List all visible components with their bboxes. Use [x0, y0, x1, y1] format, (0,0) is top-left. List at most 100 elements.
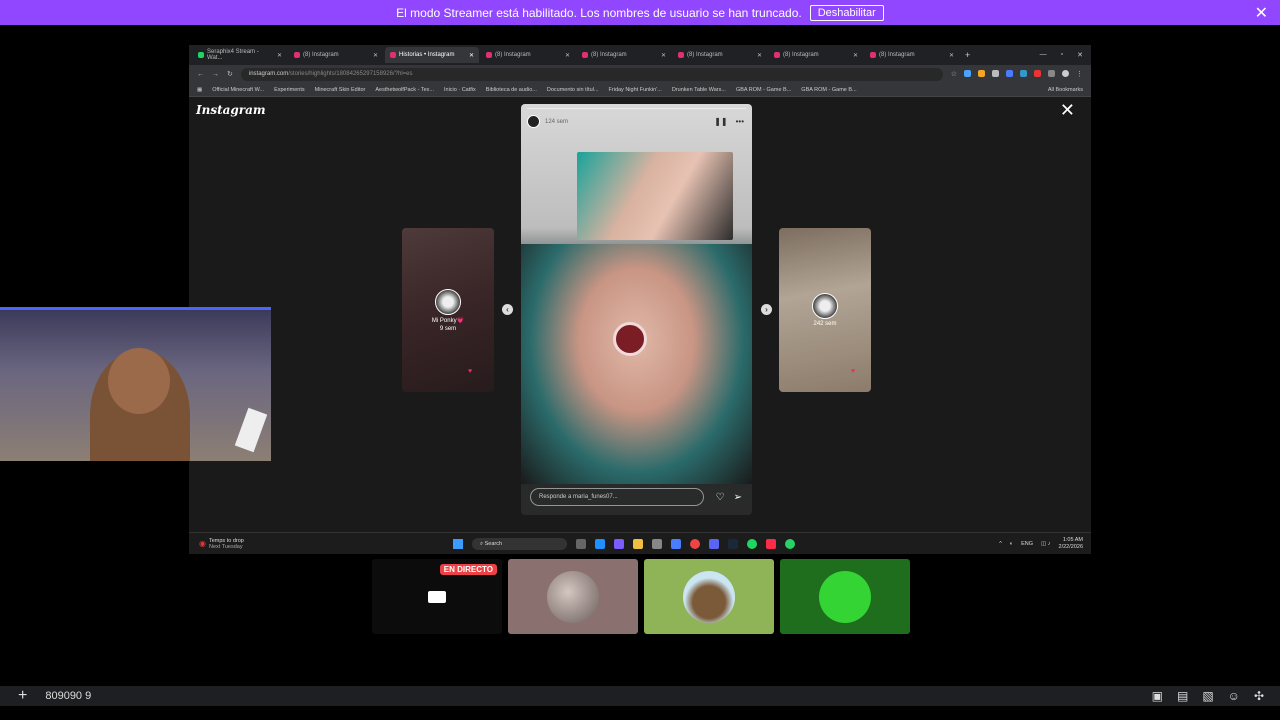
browser-tab-active[interactable]: Historias • Instagram ✕: [385, 47, 479, 63]
bookmark-item[interactable]: Official Minecraft W...: [212, 87, 264, 93]
extensions-puzzle-icon[interactable]: [1048, 70, 1055, 77]
gif-icon[interactable]: ▤: [1177, 689, 1188, 703]
instagram-icon: [486, 52, 492, 58]
instagram-icon: [582, 52, 588, 58]
gift-icon[interactable]: ▣: [1152, 689, 1163, 703]
browser-tab[interactable]: (8) Instagram ✕: [577, 47, 671, 63]
maximize-icon[interactable]: ▫: [1061, 51, 1063, 59]
bookmark-item[interactable]: Experiments: [274, 87, 305, 93]
avatar: [819, 570, 871, 623]
bookmark-item[interactable]: Biblioteca de audio...: [486, 87, 537, 93]
participant-tile[interactable]: [508, 559, 638, 634]
extension-icon[interactable]: [992, 70, 999, 77]
extension-icon[interactable]: [1020, 70, 1027, 77]
instagram-icon: [774, 52, 780, 58]
send-icon[interactable]: ➢: [734, 492, 742, 503]
chevron-up-icon[interactable]: ^: [999, 541, 1002, 547]
extension-icon[interactable]: [1006, 70, 1013, 77]
close-icon[interactable]: ✕: [1255, 3, 1268, 23]
file-explorer-icon[interactable]: [633, 538, 643, 549]
discord-icon[interactable]: [709, 538, 719, 549]
weather-widget[interactable]: ◉ Temps to drop Next Tuesday: [189, 538, 439, 550]
minimize-icon[interactable]: —: [1040, 51, 1047, 59]
instagram-logo[interactable]: Instagram: [196, 103, 266, 117]
bottom-bar-text: 809090 9: [45, 690, 92, 702]
participant-tile-stream[interactable]: EN DIRECTO: [372, 559, 502, 634]
apps-icon[interactable]: ✣: [1254, 689, 1264, 703]
edge-icon[interactable]: [595, 538, 605, 549]
browser-tab[interactable]: Seraphix4 Stream - Wat... ✕: [193, 47, 287, 63]
bookmark-item[interactable]: Documento sin títul...: [547, 87, 599, 93]
browser-tab[interactable]: (8) Instagram ✕: [481, 47, 575, 63]
browser-tab[interactable]: (8) Instagram ✕: [769, 47, 863, 63]
clock[interactable]: 1:05 AM 2/22/2026: [1059, 537, 1083, 551]
sticker-icon[interactable]: ▧: [1202, 689, 1213, 703]
instagram-icon: [678, 52, 684, 58]
new-tab-icon[interactable]: +: [961, 50, 970, 60]
window-controls: — ▫ ✕: [1040, 51, 1091, 59]
task-view-icon[interactable]: [576, 538, 586, 549]
windows-start-icon[interactable]: [453, 538, 463, 549]
language-indicator[interactable]: ENG: [1021, 541, 1033, 547]
taskbar-search[interactable]: ⌕ Search: [472, 537, 567, 550]
heart-icon: ♥: [851, 368, 856, 375]
network-volume-icon[interactable]: ◫ ♪: [1041, 541, 1050, 547]
emoji-icon[interactable]: ☺: [1228, 689, 1240, 703]
more-options-icon[interactable]: •••: [736, 117, 744, 126]
disable-streamer-button[interactable]: Deshabilitar: [809, 4, 884, 21]
weather-title: Temps to drop: [208, 537, 244, 544]
all-bookmarks[interactable]: All Bookmarks: [1048, 87, 1083, 93]
reply-input[interactable]: Responde a maria_funes07...: [530, 488, 704, 506]
browser-tab[interactable]: (8) Instagram ✕: [865, 47, 959, 63]
extension-icon[interactable]: [978, 70, 985, 77]
previous-story-preview[interactable]: Mi Ponky💗 9 sem ♥: [402, 228, 494, 392]
profile-icon[interactable]: [1062, 70, 1069, 77]
close-stories-icon[interactable]: ✕: [1060, 100, 1075, 121]
app-icon[interactable]: [614, 538, 624, 549]
participant-tile[interactable]: [780, 559, 910, 634]
reload-icon[interactable]: ↻: [227, 70, 233, 78]
bookmark-item[interactable]: GBA ROM - Game B...: [801, 87, 856, 93]
extension-icon[interactable]: [964, 70, 971, 77]
browser-tab[interactable]: (8) Instagram ✕: [673, 47, 767, 63]
browser-tab[interactable]: (8) Instagram ✕: [289, 47, 383, 63]
previous-arrow-icon[interactable]: ‹: [502, 304, 513, 315]
add-icon[interactable]: +: [0, 687, 45, 705]
bookmark-star-icon[interactable]: ☆: [951, 70, 957, 78]
next-story-preview[interactable]: 242 sem ♥: [779, 228, 871, 392]
story-photo: [521, 244, 752, 484]
music-icon[interactable]: [766, 538, 776, 549]
url-bar[interactable]: instagram.com/stories/highlights/1808426…: [240, 67, 943, 81]
apps-grid-icon[interactable]: ▦: [197, 87, 202, 93]
story-header: 124 sem ❚❚ •••: [527, 115, 744, 128]
bookmark-item[interactable]: Friday Night Funkin'...: [609, 87, 662, 93]
pause-icon[interactable]: ❚❚: [714, 117, 727, 126]
windows-taskbar: ◉ Temps to drop Next Tuesday ⌕ Search ^ …: [189, 532, 1091, 554]
tray-app-icon[interactable]: ◐: [1010, 541, 1013, 547]
webcam-feed: [0, 307, 271, 461]
avatar: [435, 288, 461, 315]
bookmark-item[interactable]: Inicio · Catfix: [444, 87, 476, 93]
avatar[interactable]: [527, 115, 540, 128]
bookmark-item[interactable]: Minecraft Skin Editor: [315, 87, 366, 93]
main-story: 124 sem ❚❚ ••• Responde a maria_funes07.…: [521, 104, 752, 515]
back-icon[interactable]: ←: [197, 71, 204, 78]
participant-tile[interactable]: [644, 559, 774, 634]
bookmark-item[interactable]: AesthetwolfPack - Tex...: [375, 87, 434, 93]
steam-icon[interactable]: [728, 538, 738, 549]
bookmark-item[interactable]: Drunken Table Wars...: [672, 87, 726, 93]
phone: [234, 407, 268, 453]
window-close-icon[interactable]: ✕: [1077, 51, 1083, 59]
app-icon[interactable]: [671, 538, 681, 549]
settings-icon[interactable]: [652, 538, 662, 549]
next-arrow-icon[interactable]: ›: [761, 304, 772, 315]
browser-menu-icon[interactable]: ⋮: [1076, 70, 1083, 78]
forward-icon[interactable]: →: [212, 71, 219, 78]
extension-icon[interactable]: [1034, 70, 1041, 77]
spotify-icon[interactable]: [747, 538, 757, 549]
story-time: 9 sem: [439, 325, 457, 332]
like-heart-icon[interactable]: ♡: [716, 492, 725, 503]
whatsapp-icon[interactable]: [785, 538, 795, 549]
bookmark-item[interactable]: GBA ROM - Game B...: [736, 87, 791, 93]
chrome-icon[interactable]: [690, 538, 700, 549]
